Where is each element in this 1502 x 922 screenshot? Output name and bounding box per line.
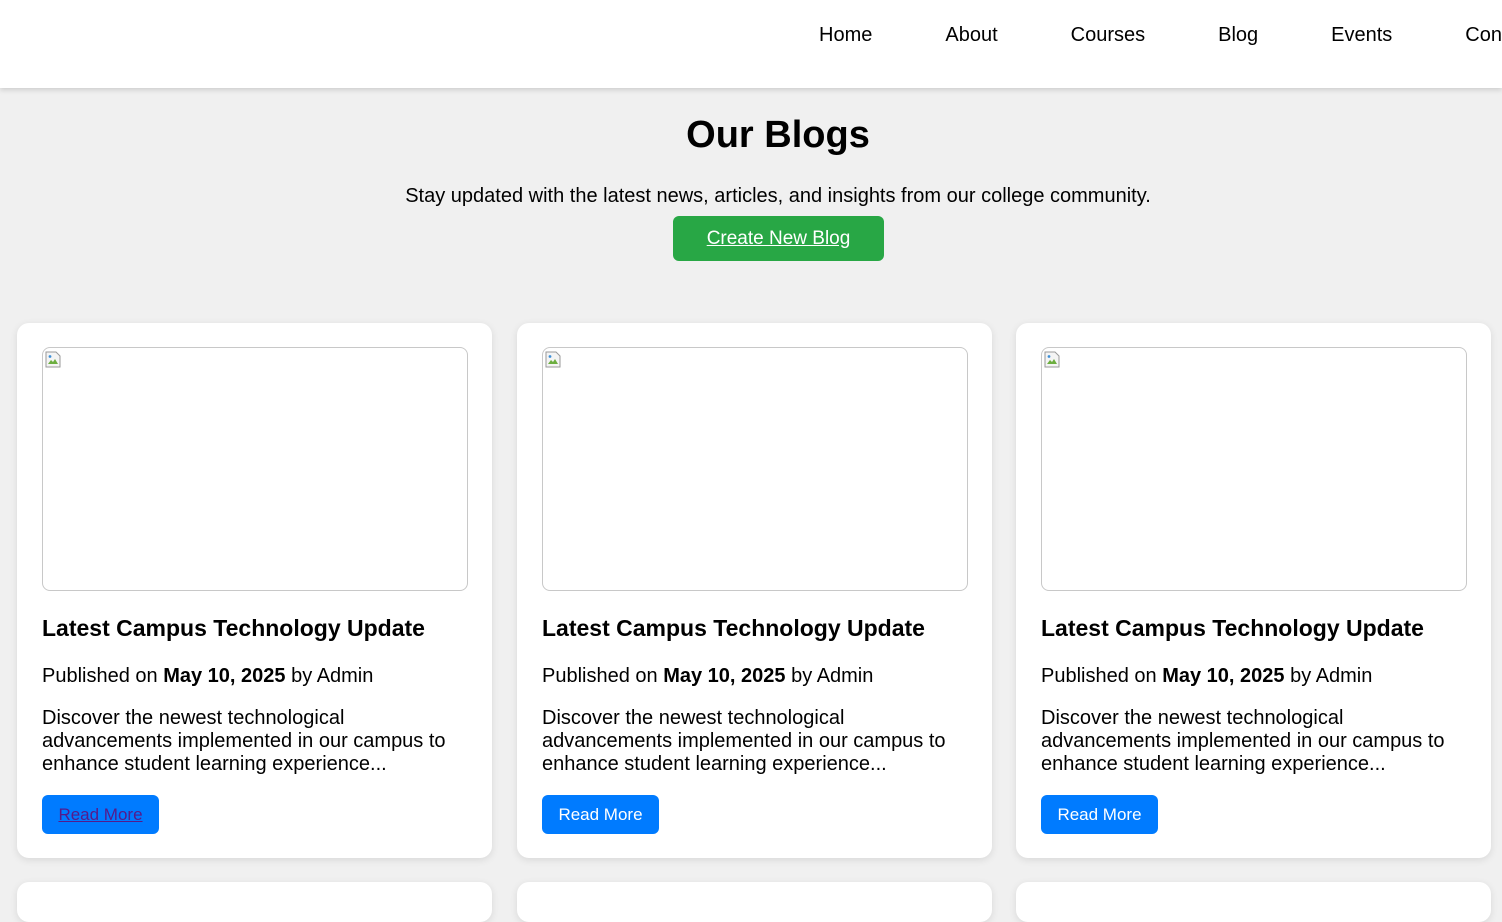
publish-date: May 10, 2025 bbox=[1162, 665, 1285, 687]
blog-card: Latest Campus Technology Update Publishe… bbox=[17, 323, 492, 858]
read-more-button[interactable]: Read More bbox=[542, 795, 659, 834]
published-label: Published on bbox=[42, 665, 158, 687]
nav-link-events[interactable]: Events bbox=[1331, 23, 1392, 47]
by-label: by bbox=[791, 665, 813, 687]
blog-card-image bbox=[1041, 347, 1467, 591]
page-subtitle: Stay updated with the latest news, artic… bbox=[405, 185, 1151, 207]
broken-image-icon bbox=[545, 351, 561, 368]
blog-card-partial bbox=[1016, 882, 1491, 922]
publish-date: May 10, 2025 bbox=[663, 665, 786, 687]
nav-link-courses[interactable]: Courses bbox=[1071, 23, 1145, 47]
nav-links: Home About Courses Blog Events Contact bbox=[819, 23, 1502, 47]
author-name: Admin bbox=[1315, 665, 1373, 687]
blog-card-title: Latest Campus Technology Update bbox=[542, 615, 925, 641]
nav-link-about[interactable]: About bbox=[945, 23, 997, 47]
by-label: by bbox=[291, 665, 313, 687]
blog-card-partial bbox=[17, 882, 492, 922]
blog-card-title: Latest Campus Technology Update bbox=[1041, 615, 1424, 641]
blog-card-meta: Published on May 10, 2025 by Admin bbox=[1041, 664, 1372, 688]
author-name: Admin bbox=[316, 665, 374, 687]
blog-card-excerpt: Discover the newest technological advanc… bbox=[42, 707, 446, 775]
blog-card-excerpt: Discover the newest technological advanc… bbox=[1041, 707, 1445, 775]
nav-link-blog[interactable]: Blog bbox=[1218, 23, 1258, 47]
blog-card-excerpt: Discover the newest technological advanc… bbox=[542, 707, 946, 775]
blog-card-title: Latest Campus Technology Update bbox=[42, 615, 425, 641]
by-label: by bbox=[1290, 665, 1312, 687]
blog-card: Latest Campus Technology Update Publishe… bbox=[517, 323, 992, 858]
read-more-button[interactable]: Read More bbox=[42, 795, 159, 834]
broken-image-icon bbox=[45, 351, 61, 368]
publish-date: May 10, 2025 bbox=[163, 665, 286, 687]
blog-card: Latest Campus Technology Update Publishe… bbox=[1016, 323, 1491, 858]
blog-card-image bbox=[542, 347, 968, 591]
blog-card-meta: Published on May 10, 2025 by Admin bbox=[42, 664, 373, 688]
navbar: Home About Courses Blog Events Contact bbox=[0, 0, 1502, 88]
author-name: Admin bbox=[816, 665, 874, 687]
page-title: Our Blogs bbox=[686, 114, 870, 156]
create-new-blog-button[interactable]: Create New Blog bbox=[673, 216, 884, 261]
read-more-button[interactable]: Read More bbox=[1041, 795, 1158, 834]
nav-link-home[interactable]: Home bbox=[819, 23, 872, 47]
blog-card-meta: Published on May 10, 2025 by Admin bbox=[542, 664, 873, 688]
blog-card-image bbox=[42, 347, 468, 591]
nav-link-contact[interactable]: Contact bbox=[1465, 23, 1502, 47]
broken-image-icon bbox=[1044, 351, 1060, 368]
blog-card-partial bbox=[517, 882, 992, 922]
published-label: Published on bbox=[1041, 665, 1157, 687]
published-label: Published on bbox=[542, 665, 658, 687]
